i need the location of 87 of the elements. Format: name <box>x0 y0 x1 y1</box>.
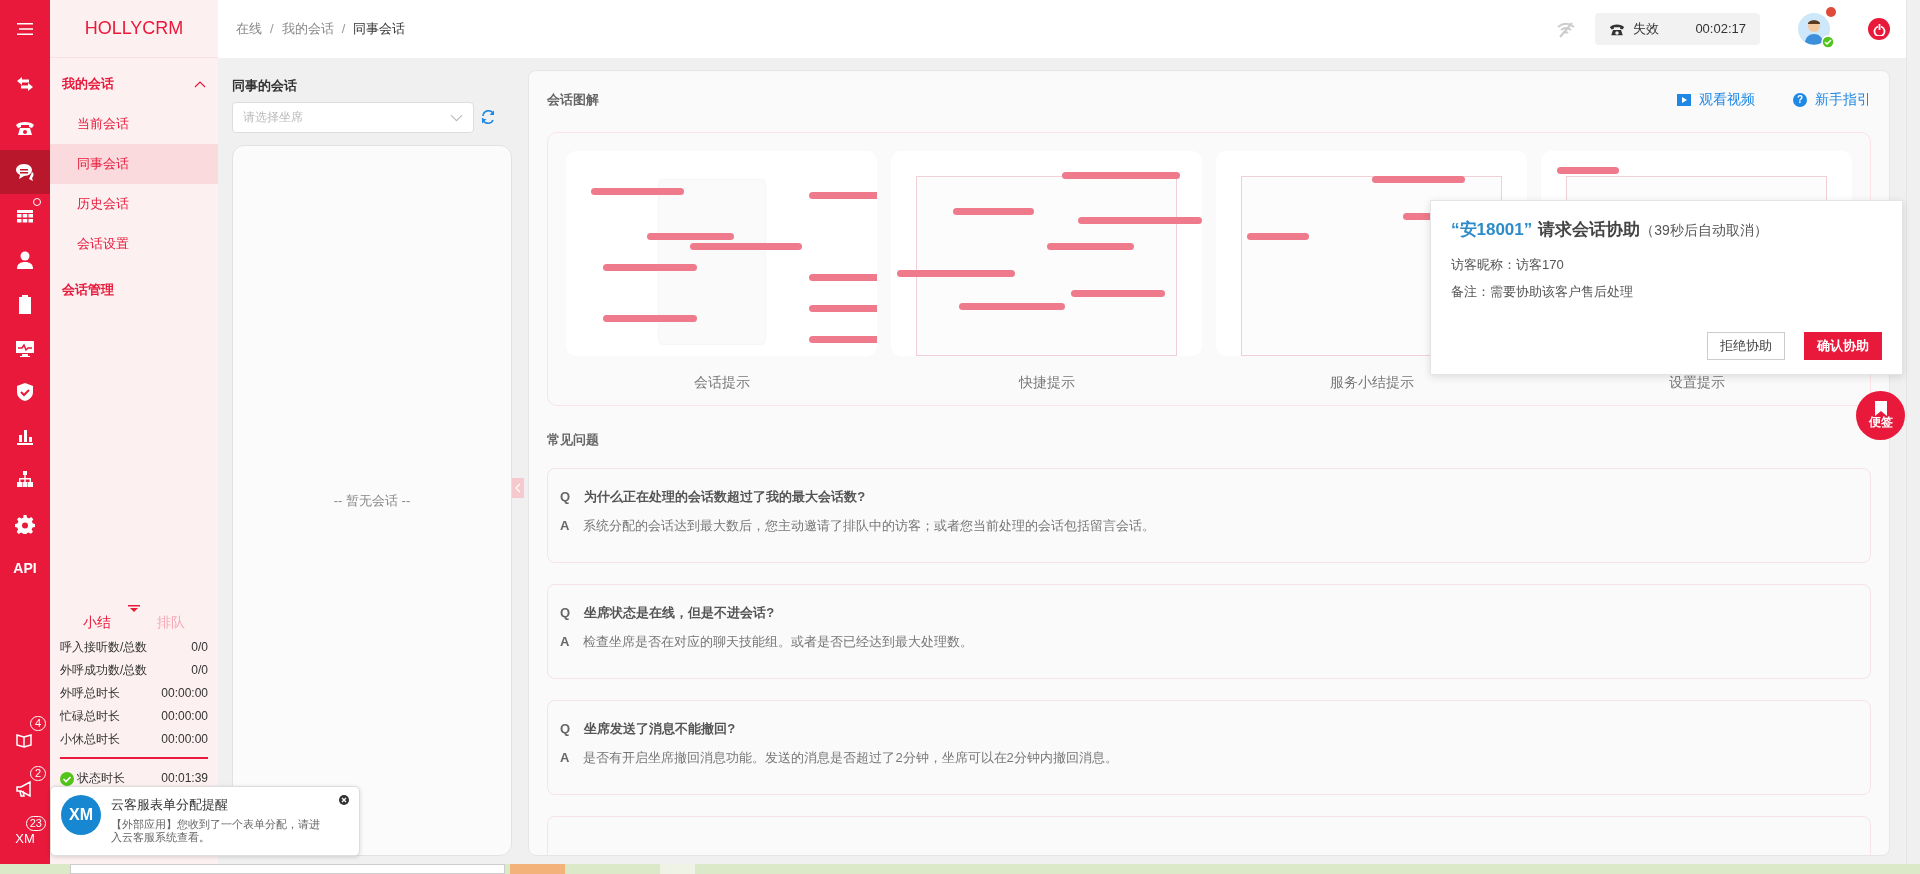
thumbnail-caption: 服务小结提示 <box>1328 373 1415 392</box>
stat-label: 外呼总时长 <box>60 685 120 702</box>
call-timer: 00:02:17 <box>1695 20 1746 39</box>
breadcrumb-link[interactable]: 在线 <box>236 19 262 39</box>
stat-label: 状态时长 <box>77 770 126 787</box>
power-icon <box>1872 22 1886 36</box>
breadcrumb-link[interactable]: 我的会话 <box>281 19 334 39</box>
nav-group[interactable]: 会话管理 <box>50 270 218 310</box>
answer-mark-label: A <box>560 518 570 533</box>
faq-question: 为什么正在处理的会话数超过了我的最大会话数? <box>584 488 866 504</box>
stat-label: 忙碌总时长 <box>60 708 120 725</box>
close-icon[interactable] <box>339 795 349 805</box>
nav-item[interactable]: 同事会话 <box>50 144 218 184</box>
monitor-icon <box>15 338 35 358</box>
guide-link[interactable]: ? 新手指引 <box>1793 89 1871 110</box>
count-badge: 23 <box>25 816 46 831</box>
thumbnail-caption: 会话提示 <box>692 373 751 392</box>
help-icon: ? <box>1793 92 1807 107</box>
app-logo: XM <box>61 795 101 835</box>
thumbnail-caption: 设置提示 <box>1667 373 1726 392</box>
requester-name: “安18001” <box>1451 219 1533 241</box>
nav-item[interactable]: 当前会话 <box>50 104 218 144</box>
section-title: 常见问题 <box>547 431 600 449</box>
empty-message: -- 暂无会话 -- <box>333 491 411 510</box>
count-badge: 2 <box>30 766 46 781</box>
scrollbar[interactable] <box>1906 0 1920 864</box>
detail-text: 访客昵称：访客170 <box>1451 255 1565 274</box>
stats-tab[interactable]: 小结 <box>83 611 111 633</box>
reject-button[interactable]: 拒绝协助 <box>1706 331 1785 360</box>
nav-item[interactable]: 历史会话 <box>50 184 218 224</box>
play-icon <box>1677 92 1691 107</box>
chat-bubbles-icon <box>15 162 35 182</box>
panel-title: 同事的会话 <box>232 77 298 95</box>
megaphone-button[interactable]: 2 <box>0 764 50 814</box>
stat-value: 00:00:00 <box>161 731 208 748</box>
faq-answer: 是否有开启坐席撤回消息功能。发送的消息是否超过了2分钟，坐席可以在2分钟内撤回消息。 <box>583 750 1118 765</box>
section-title: 会话图解 <box>547 90 599 109</box>
stat-label: 小休总时长 <box>60 731 120 748</box>
stat-value: 00:01:39 <box>161 770 208 787</box>
notification-title: 云客服表单分配提醒 <box>111 796 229 814</box>
notification-message: 【外部应用】您收到了一个表单分配，请进入云客服系统查看。 <box>111 817 321 845</box>
phone-status-text: 失效 <box>1633 20 1660 39</box>
question-mark-label: Q <box>560 604 571 620</box>
dialog-title: 请求会话协助 <box>1538 219 1641 241</box>
xm-app-button[interactable]: XM 23 <box>0 814 50 864</box>
chat-bubbles-nav-button[interactable] <box>0 150 50 194</box>
breadcrumb-separator: / <box>341 20 346 39</box>
answer-mark-label: A <box>560 750 570 765</box>
gear-icon <box>15 514 35 534</box>
refresh-icon[interactable] <box>480 109 495 125</box>
swap-arrows-icon <box>15 74 35 94</box>
org-chart-icon <box>15 470 35 490</box>
breadcrumb-separator: / <box>270 20 274 39</box>
faq-question: 坐席发送了消息不能撤回? <box>584 720 736 736</box>
caret-icon <box>128 604 140 612</box>
book-button[interactable]: 4 <box>0 714 50 764</box>
nav-group[interactable]: 我的会话 <box>50 64 218 104</box>
bookmark-icon <box>1874 401 1887 417</box>
question-mark-label: Q <box>560 488 571 504</box>
faq-answer: 系统分配的会话达到最大数后，您主动邀请了排队中的访客；或者您当前处理的会话包括留言会话。 <box>583 518 1156 533</box>
chevron-down-icon <box>450 112 463 122</box>
chevron-icon <box>194 79 206 89</box>
shield-check-icon <box>15 382 35 402</box>
api-nav-button[interactable]: API <box>0 546 50 590</box>
person-icon <box>15 250 35 270</box>
stat-label: 呼入接听数/总数 <box>60 639 148 656</box>
stat-value: 00:00:00 <box>161 708 208 725</box>
countdown-text: （39秒后自动取消） <box>1640 221 1768 240</box>
power-button[interactable] <box>1868 18 1890 40</box>
nav-item[interactable]: 会话设置 <box>50 224 218 264</box>
video-link[interactable]: 观看视频 <box>1677 89 1755 110</box>
stat-label: 外呼成功数/总数 <box>60 662 148 679</box>
confirm-button[interactable]: 确认协助 <box>1804 331 1882 360</box>
stat-value: 00:00:00 <box>161 685 208 702</box>
thumbnail-caption: 快捷提示 <box>1017 373 1076 392</box>
question-mark-label: Q <box>560 720 571 736</box>
chevron-left-icon <box>515 483 521 493</box>
faq-question: 坐席状态是在线，但是不进会话? <box>584 604 775 620</box>
stat-value: 0/0 <box>191 639 208 656</box>
faq-answer: 检查坐席是否在对应的聊天技能组。或者是否已经达到最大处理数。 <box>583 634 974 649</box>
answer-mark-label: A <box>560 634 570 649</box>
stat-value: 0/0 <box>191 662 208 679</box>
detail-text: 备注：需要协助该客户售后处理 <box>1451 283 1634 301</box>
breadcrumb-current: 同事会话 <box>353 20 406 39</box>
count-badge: 4 <box>30 716 46 731</box>
collapse-handle[interactable] <box>512 478 524 498</box>
user-avatar[interactable] <box>1798 13 1830 45</box>
